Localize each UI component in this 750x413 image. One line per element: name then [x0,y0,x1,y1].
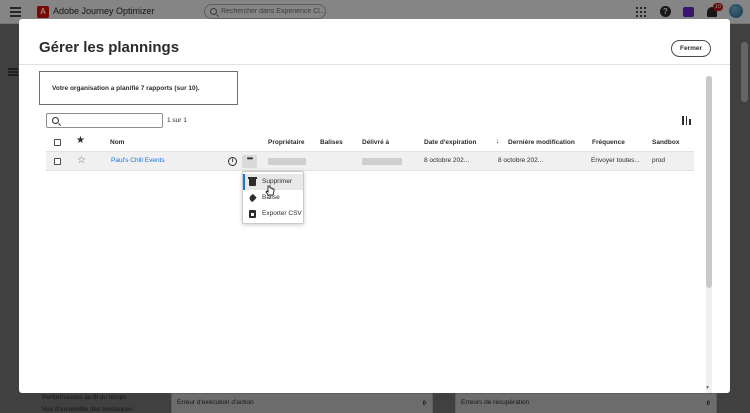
column-settings-icon[interactable] [682,116,691,125]
table-row[interactable]: ☆ Paul's Chill Events i ••• 8 octobre 20… [46,152,694,171]
dialog-body: Votre organisation a planifié 7 rapports… [19,65,730,393]
menu-item-label: Exporter CSV [262,210,302,217]
manage-schedules-dialog: Gérer les plannings Fermer Votre organis… [19,19,730,393]
menu-item-export-csv[interactable]: Exporter CSV [243,206,303,222]
tag-icon [248,193,257,203]
more-actions-button[interactable]: ••• [242,155,257,168]
sort-descending-icon[interactable]: ↓ [496,138,500,145]
column-header-owner[interactable]: Propriétaire [268,139,305,146]
row-checkbox[interactable] [54,158,61,165]
close-button[interactable]: Fermer [671,40,711,57]
delivered-to-redacted [362,158,402,165]
favorite-header-icon[interactable]: ★ [76,135,85,146]
hand-cursor-icon [265,185,275,196]
favorite-star-icon[interactable]: ☆ [77,154,86,168]
owner-redacted [268,158,306,165]
schedule-search[interactable] [46,113,163,128]
frequency-value: Envoyer toutes... [591,157,640,164]
column-header-expiration[interactable]: Date d'expiration [424,139,476,146]
last-modified-date: 8 octobre 202... [498,157,544,164]
sandbox-value: prod [652,157,666,164]
scroll-down-arrow-icon[interactable]: ▼ [705,385,710,391]
column-header-delivered-to[interactable]: Délivré à [362,139,389,146]
result-count: 1 sur 1 [167,117,187,124]
column-header-tags[interactable]: Balises [320,139,343,146]
trash-icon [248,177,257,186]
quota-notice-text: Votre organisation a planifié 7 rapports… [52,85,200,92]
info-icon[interactable]: i [228,157,237,166]
menu-item-label: Supprimer [262,178,292,185]
scrollbar-thumb[interactable] [706,76,712,288]
expiration-date: 8 octobre 202... [424,157,470,164]
file-icon [249,210,256,218]
column-header-last-modified[interactable]: Dernière modification [508,139,575,146]
dialog-scrollbar[interactable] [706,76,712,393]
quota-notice: Votre organisation a planifié 7 rapports… [39,71,238,105]
search-icon [52,117,59,124]
column-header-sandbox[interactable]: Sandbox [652,139,679,146]
column-header-frequency[interactable]: Fréquence [592,139,625,146]
dialog-title: Gérer les plannings [39,39,180,56]
column-header-name[interactable]: Nom [110,139,124,146]
select-all-checkbox[interactable] [54,139,61,146]
schedule-search-input[interactable] [63,115,159,126]
row-actions-menu: Supprimer Balise Exporter CSV [242,171,304,224]
schedule-name-link[interactable]: Paul's Chill Events [111,157,165,164]
